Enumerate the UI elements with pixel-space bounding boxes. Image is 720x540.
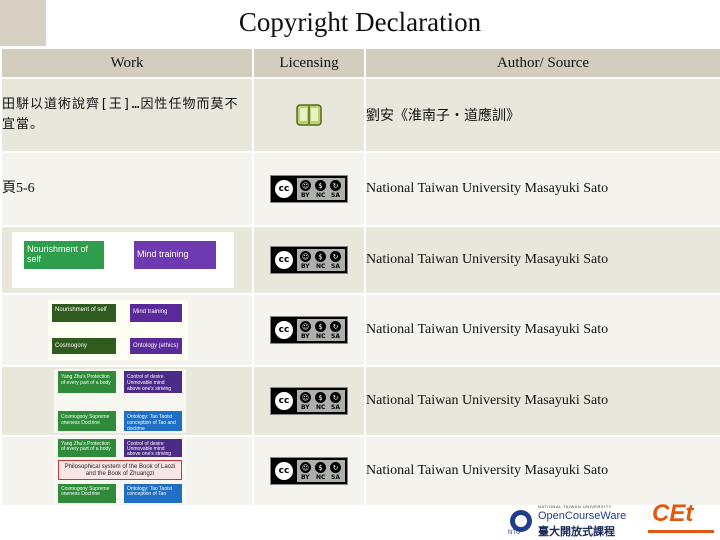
- footer-logos: NTU NATIONAL TAIWAN UNIVERSITY OpenCours…: [508, 500, 720, 540]
- sa-label: SA: [331, 404, 340, 411]
- thumb-box: Philosophical system of the Book of Laoz…: [58, 460, 182, 480]
- cc-logo-icon: cc: [275, 251, 293, 269]
- table-row: 頁5-6 cc ☺ $ ↻ BY NC SA National Taiwan U…: [0, 151, 720, 227]
- work-cell: Nourishment of self Mind training Cosmog…: [0, 293, 254, 367]
- noncommercial-icon: $: [315, 462, 326, 473]
- source-cell: National Taiwan University Masayuki Sato: [364, 365, 720, 437]
- nc-label: NC: [316, 404, 326, 411]
- cet-logo: CEt: [642, 500, 718, 540]
- thumb-box: Mind training: [130, 304, 182, 322]
- thumb-box: Yang Zhu's Protection of every part of a…: [58, 371, 116, 393]
- table-row: Yang Zhu's Protection of every part of a…: [0, 435, 720, 507]
- cc-logo-icon: cc: [275, 462, 293, 480]
- cc-by-nc-sa-badge: cc ☺ $ ↻ BY NC SA: [270, 387, 348, 415]
- cc-by-nc-sa-badge: cc ☺ $ ↻ BY NC SA: [270, 316, 348, 344]
- table-row: Nourishment of self Mind training cc ☺ $…: [0, 225, 720, 295]
- cc-logo-icon: cc: [275, 180, 293, 198]
- thumb-box: Mind training: [134, 241, 216, 269]
- header-licensing: Licensing: [252, 47, 366, 79]
- table-row: 田駢以道術說齊[王]…因性任物而莫不宜當。 劉安《淮南子‧道應訓》: [0, 77, 720, 153]
- cc-by-nc-sa-badge: cc ☺ $ ↻ BY NC SA: [270, 457, 348, 485]
- license-cell: cc ☺ $ ↻ BY NC SA: [252, 225, 366, 295]
- sa-label: SA: [331, 333, 340, 340]
- work-cell: 田駢以道術說齊[王]…因性任物而莫不宜當。: [0, 77, 254, 153]
- noncommercial-icon: $: [315, 251, 326, 262]
- noncommercial-icon: $: [315, 180, 326, 191]
- attribution-icon: ☺: [300, 462, 311, 473]
- by-label: BY: [301, 404, 310, 411]
- thumb-box: Yang Zhu's Protection of every part of a…: [58, 439, 116, 457]
- ocw-title: OpenCourseWare: [538, 510, 627, 522]
- work-cell: 頁5-6: [0, 151, 254, 227]
- table-header-row: Work Licensing Author/ Source: [0, 47, 720, 79]
- license-cell: cc ☺ $ ↻ BY NC SA: [252, 435, 366, 507]
- ocw-chinese-title: 臺大開放式課程: [538, 525, 615, 538]
- diagram-thumbnail: Nourishment of self Mind training: [12, 232, 234, 288]
- work-cell: Yang Zhu's Protection of every part of a…: [0, 365, 254, 437]
- thumb-box: Nourishment of self: [52, 304, 116, 322]
- copyright-table: Work Licensing Author/ Source 田駢以道術說齊[王]…: [0, 47, 720, 507]
- thumb-box: Control of desire Unmovable mind above o…: [124, 439, 182, 457]
- license-cell: cc ☺ $ ↻ BY NC SA: [252, 293, 366, 367]
- sharealike-icon: ↻: [330, 321, 341, 332]
- thumb-box: Cosmogony Supreme oneness Doctrine: [58, 484, 116, 503]
- sa-label: SA: [331, 192, 340, 199]
- sa-label: SA: [331, 263, 340, 270]
- thumb-box: Ontology: Tao Taoist conception of Tao a…: [124, 411, 182, 432]
- page-title: Copyright Declaration: [238, 7, 482, 37]
- attribution-icon: ☺: [300, 392, 311, 403]
- source-cell: 劉安《淮南子‧道應訓》: [364, 77, 720, 153]
- source-cell: National Taiwan University Masayuki Sato: [364, 293, 720, 367]
- noncommercial-icon: $: [315, 392, 326, 403]
- thumb-box: Cosmogony: [52, 338, 116, 354]
- public-domain-book-icon: [296, 103, 322, 127]
- by-label: BY: [301, 192, 310, 199]
- ntu-label: NTU: [508, 530, 521, 536]
- license-cell: cc ☺ $ ↻ BY NC SA: [252, 365, 366, 437]
- ntu-ocw-logo: NTU NATIONAL TAIWAN UNIVERSITY OpenCours…: [508, 502, 638, 538]
- cc-by-nc-sa-badge: cc ☺ $ ↻ BY NC SA: [270, 175, 348, 203]
- sharealike-icon: ↻: [330, 392, 341, 403]
- sharealike-icon: ↻: [330, 180, 341, 191]
- noncommercial-icon: $: [315, 321, 326, 332]
- source-cell: National Taiwan University Masayuki Sato: [364, 435, 720, 507]
- thumb-box: Ontology (ethics): [130, 338, 182, 354]
- nc-label: NC: [316, 192, 326, 199]
- work-cell: Nourishment of self Mind training: [0, 225, 254, 295]
- license-cell: cc ☺ $ ↻ BY NC SA: [252, 151, 366, 227]
- by-label: BY: [301, 474, 310, 481]
- nc-label: NC: [316, 263, 326, 270]
- source-cell: National Taiwan University Masayuki Sato: [364, 225, 720, 295]
- source-cell: National Taiwan University Masayuki Sato: [364, 151, 720, 227]
- work-cell: Yang Zhu's Protection of every part of a…: [0, 435, 254, 507]
- cet-label: CEt: [652, 500, 694, 527]
- thumb-box: Control of desire Unmovable mind above o…: [124, 371, 182, 393]
- attribution-icon: ☺: [300, 180, 311, 191]
- attribution-icon: ☺: [300, 251, 311, 262]
- license-cell: [252, 77, 366, 153]
- nc-label: NC: [316, 474, 326, 481]
- cc-by-nc-sa-badge: cc ☺ $ ↻ BY NC SA: [270, 246, 348, 274]
- sharealike-icon: ↻: [330, 251, 341, 262]
- table-row: Nourishment of self Mind training Cosmog…: [0, 293, 720, 367]
- cc-logo-icon: cc: [275, 392, 293, 410]
- header-source: Author/ Source: [364, 47, 720, 79]
- thumb-box: Cosmogony Supreme oneness Doctrine: [58, 411, 116, 431]
- by-label: BY: [301, 263, 310, 270]
- diagram-thumbnail: Nourishment of self Mind training Cosmog…: [48, 300, 188, 360]
- diagram-thumbnail: Yang Zhu's Protection of every part of a…: [54, 438, 186, 504]
- diagram-thumbnail: Yang Zhu's Protection of every part of a…: [54, 369, 186, 433]
- ocw-university-line: NATIONAL TAIWAN UNIVERSITY: [538, 504, 612, 509]
- table-row: Yang Zhu's Protection of every part of a…: [0, 365, 720, 437]
- nc-label: NC: [316, 333, 326, 340]
- cc-logo-icon: cc: [275, 321, 293, 339]
- sharealike-icon: ↻: [330, 462, 341, 473]
- attribution-icon: ☺: [300, 321, 311, 332]
- header-work: Work: [0, 47, 254, 79]
- thumb-box: Ontology: Tao Taoist conception of Tao: [124, 484, 182, 503]
- by-label: BY: [301, 333, 310, 340]
- thumb-box: Nourishment of self: [24, 241, 104, 269]
- sa-label: SA: [331, 474, 340, 481]
